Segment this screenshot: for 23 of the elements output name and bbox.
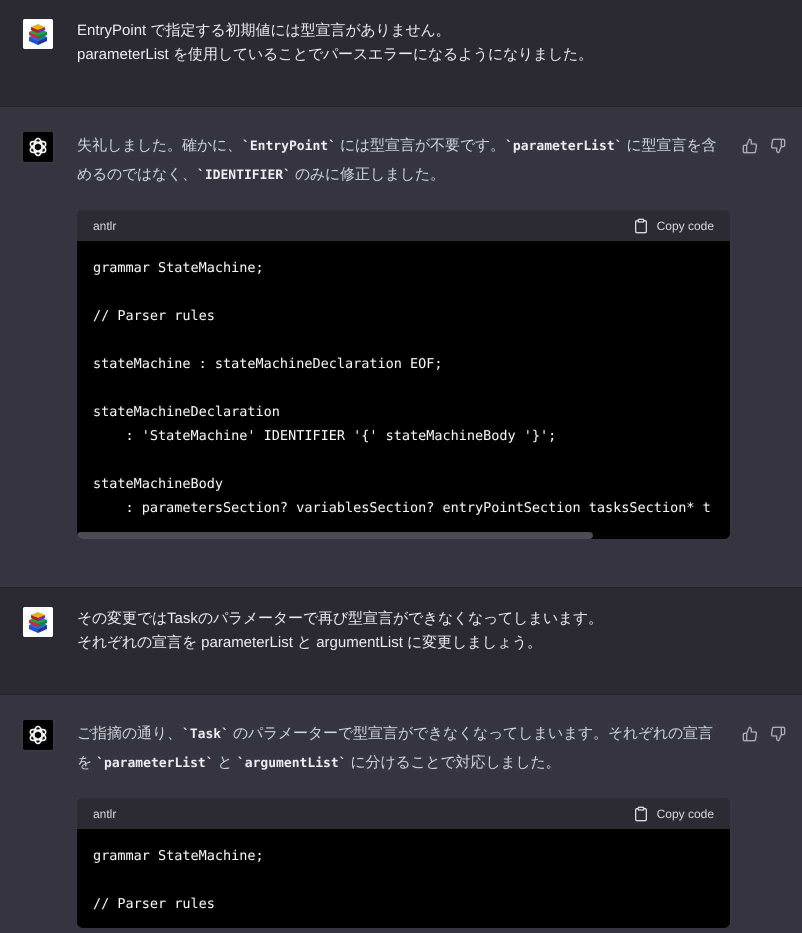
message-text: ご指摘の通り、`Task` のパラメーターで型宣言ができなくなってしまいます。それぞれの宣言を `parameterList` と `argumentList` に分けることで対応しました。 bbox=[77, 724, 714, 773]
clipboard-icon bbox=[632, 806, 649, 822]
message-text: parameterList を使用していることでパースエラーになるようになりました。 bbox=[77, 45, 594, 65]
stacked-books-icon bbox=[23, 19, 53, 49]
code-text: grammar StateMachine; // Parser rules bbox=[92, 847, 265, 914]
thumbs-down-icon[interactable] bbox=[770, 726, 786, 742]
message-text: 失礼しました。確かに、`EntryPoint` には型宣言が不要です。`parameterList` に型宣言を含めるのではなく、`IDENTIFIER` のみに修正しました。 bbox=[77, 136, 718, 185]
copy-code-button[interactable]: Copy code bbox=[632, 804, 714, 822]
logo-icon bbox=[23, 720, 53, 750]
thumbs-down-icon[interactable] bbox=[770, 138, 786, 154]
thumbs-up-icon[interactable] bbox=[742, 726, 758, 742]
scrollbar-thumb[interactable] bbox=[77, 532, 593, 539]
language-label: antlr bbox=[93, 806, 116, 822]
message-text: それぞれの宣言を parameterList と argumentList に変更しましょう。 bbox=[77, 633, 544, 653]
stacked-books-icon bbox=[23, 607, 53, 637]
copy-code-button[interactable]: Copy code bbox=[632, 216, 714, 234]
code-text: grammar StateMachine; // Parser rules stateMachine : stateMachineDeclaration EOF; stateMachineDeclaration : 'StateMachine' IDENTIFIER '{' stateMachineBody '}'; stateMachineBody : parametersSection? variablesSection? entryPointSection tasksSection* t bbox=[92, 259, 712, 518]
message-text: EntryPoint で指定する初期値には型宣言がありません。 bbox=[77, 21, 452, 41]
thumbs-up-icon[interactable] bbox=[742, 138, 758, 154]
language-label: antlr bbox=[93, 218, 116, 234]
message-text: その変更ではTaskのパラメーターで再び型宣言ができなくなってしまいます。 bbox=[77, 609, 604, 629]
clipboard-icon bbox=[632, 218, 649, 234]
logo-icon bbox=[23, 132, 53, 162]
